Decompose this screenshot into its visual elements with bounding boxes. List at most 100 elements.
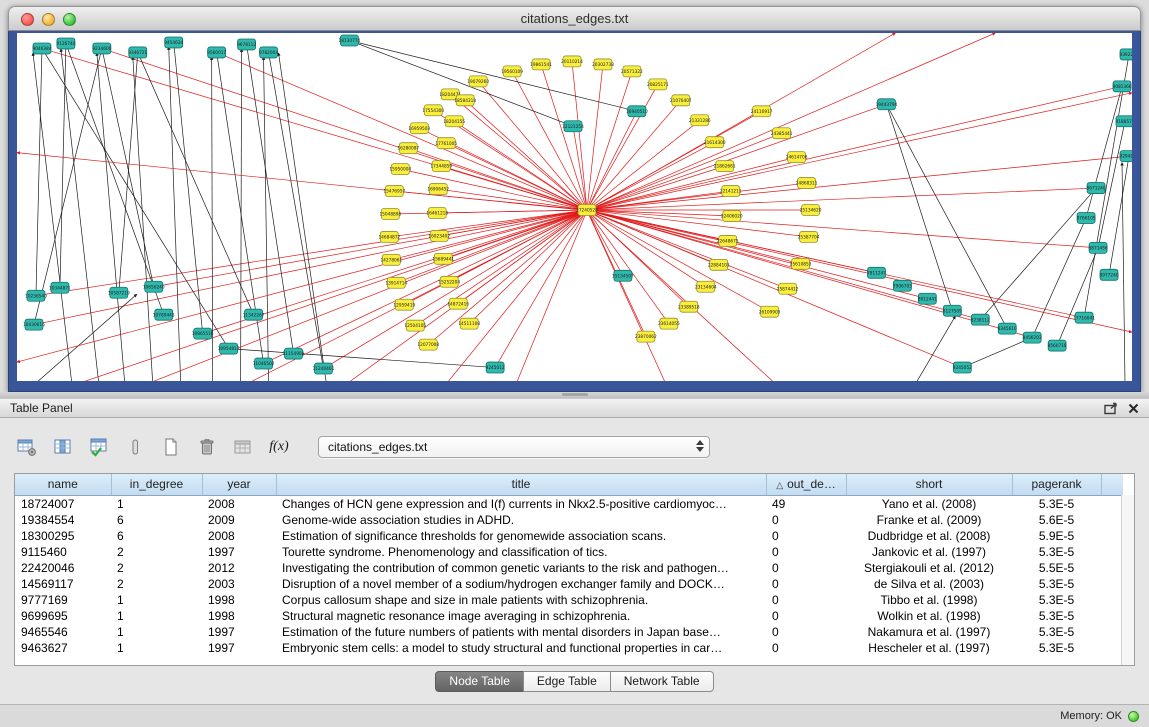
new-document-icon[interactable] bbox=[158, 434, 184, 460]
graph-node[interactable]: 9392245 bbox=[1120, 49, 1132, 60]
table-row[interactable]: 969969511998Structural magnetic resonanc… bbox=[15, 608, 1123, 624]
graph-node[interactable]: 22884103 bbox=[708, 259, 730, 270]
table-row[interactable]: 946362711997Embryonic stem cells: a mode… bbox=[15, 640, 1123, 656]
graph-node[interactable]: 9560017 bbox=[207, 47, 226, 58]
graph-node[interactable]: 11046502 bbox=[253, 358, 275, 369]
graph-node[interactable]: 19861541 bbox=[530, 59, 552, 70]
graph-node[interactable]: 9234606 bbox=[92, 43, 111, 54]
citation-edge-black[interactable] bbox=[886, 104, 1007, 328]
graph-node[interactable]: 9046384 bbox=[32, 43, 51, 54]
graph-node[interactable]: 16906452 bbox=[427, 184, 449, 195]
column-header-title[interactable]: title bbox=[276, 474, 766, 495]
graph-node[interactable]: 15950004 bbox=[389, 164, 411, 175]
new-column-icon[interactable] bbox=[86, 434, 112, 460]
graph-node[interactable]: 17716041 bbox=[1073, 312, 1095, 323]
table-mode-icon[interactable] bbox=[14, 434, 40, 460]
graph-node[interactable]: 24614708 bbox=[786, 152, 808, 163]
graph-node[interactable]: 23870062 bbox=[635, 331, 657, 342]
table-selector-dropdown[interactable]: citations_edges.txt bbox=[318, 436, 710, 458]
citation-edge-black[interactable] bbox=[133, 57, 153, 381]
network-canvas[interactable]: 1724052818204471175543001695950316280087… bbox=[17, 33, 1132, 381]
graph-node[interactable]: 18584318 bbox=[454, 95, 476, 106]
graph-node[interactable]: 20110214 bbox=[561, 56, 583, 67]
graph-node[interactable]: 9346721 bbox=[128, 47, 147, 58]
citation-edge-black[interactable] bbox=[35, 294, 137, 381]
citation-edge-black[interactable] bbox=[269, 52, 324, 368]
citation-edge-black[interactable] bbox=[962, 338, 1032, 368]
citation-edge-black[interactable] bbox=[33, 53, 72, 381]
citation-edge-red[interactable] bbox=[323, 210, 587, 369]
tab-node-table[interactable]: Node Table bbox=[435, 671, 524, 692]
graph-node[interactable]: 10587219 bbox=[108, 287, 130, 298]
window-titlebar[interactable]: citations_edges.txt bbox=[8, 6, 1141, 31]
citation-edge-black[interactable] bbox=[174, 42, 203, 333]
graph-node[interactable]: 21331286 bbox=[689, 115, 711, 126]
graph-node[interactable]: 16959503 bbox=[408, 123, 430, 134]
graph-node[interactable]: 20302738 bbox=[592, 59, 614, 70]
graph-node[interactable]: 15134507 bbox=[612, 270, 634, 281]
graph-node[interactable]: 17344859 bbox=[430, 161, 452, 172]
table-scrollbar[interactable] bbox=[1121, 495, 1134, 665]
graph-node[interactable]: 11342267 bbox=[243, 309, 265, 320]
graph-node[interactable]: 16023402 bbox=[428, 230, 450, 241]
graph-node[interactable]: 8671240 bbox=[1087, 183, 1106, 194]
citation-edge-red[interactable] bbox=[154, 210, 587, 287]
citation-edge-black[interactable] bbox=[349, 40, 636, 111]
citation-edge-red[interactable] bbox=[587, 210, 1084, 318]
citation-edge-red[interactable] bbox=[587, 86, 1122, 210]
citation-edge-red[interactable] bbox=[587, 33, 995, 210]
graph-node[interactable]: 24385441 bbox=[771, 128, 793, 139]
minimize-window-button[interactable] bbox=[42, 13, 55, 26]
citation-edge-red[interactable] bbox=[587, 210, 927, 299]
graph-node[interactable]: 10344871 bbox=[49, 282, 71, 293]
graph-node[interactable]: 25610853 bbox=[790, 258, 812, 269]
citation-edge-red[interactable] bbox=[587, 71, 632, 210]
graph-node[interactable]: 8871456 bbox=[1089, 242, 1108, 253]
graph-node[interactable]: 10656240 bbox=[143, 281, 165, 292]
graph-node[interactable]: 12077008 bbox=[417, 339, 439, 350]
graph-node[interactable]: 21614300 bbox=[704, 137, 726, 148]
graph-node[interactable]: 21076407 bbox=[670, 95, 692, 106]
float-panel-icon[interactable] bbox=[1104, 402, 1118, 415]
graph-node[interactable]: 10789443 bbox=[153, 309, 175, 320]
graph-node[interactable]: 9245012 bbox=[486, 362, 505, 373]
citation-edge-red[interactable] bbox=[446, 210, 587, 381]
graph-node[interactable]: 25387704 bbox=[798, 231, 820, 242]
graph-node[interactable]: 24868311 bbox=[796, 178, 818, 189]
graph-node[interactable]: 23134604 bbox=[695, 281, 717, 292]
graph-node[interactable]: 23389518 bbox=[678, 301, 700, 312]
graph-node[interactable]: 9782004 bbox=[259, 47, 278, 58]
graph-node[interactable]: 19443794 bbox=[876, 99, 898, 110]
graph-node[interactable]: 8766105 bbox=[1077, 212, 1096, 223]
graph-node[interactable]: 14511108 bbox=[458, 318, 480, 329]
graph-node[interactable]: 7906703 bbox=[893, 280, 912, 291]
graph-node[interactable]: 22406020 bbox=[721, 210, 743, 221]
citation-edge-black[interactable] bbox=[1057, 248, 1098, 346]
graph-node[interactable]: 23614055 bbox=[658, 318, 680, 329]
graph-node[interactable]: 15048898 bbox=[379, 208, 401, 219]
graph-node[interactable]: 8345610 bbox=[998, 323, 1017, 334]
graph-node[interactable]: 20825171 bbox=[647, 79, 669, 90]
citation-edge-red[interactable] bbox=[450, 94, 587, 210]
graph-node[interactable]: 9126740 bbox=[56, 38, 75, 49]
graph-node[interactable]: 26109903 bbox=[759, 306, 781, 317]
graph-node[interactable]: 25874412 bbox=[777, 283, 799, 294]
citation-edge-black[interactable] bbox=[1122, 163, 1125, 381]
citation-edge-red[interactable] bbox=[587, 210, 1132, 332]
graph-node[interactable]: 18204155 bbox=[443, 116, 465, 127]
citation-edge-red[interactable] bbox=[389, 210, 587, 237]
close-window-button[interactable] bbox=[21, 13, 34, 26]
column-header-pagerank[interactable]: pagerank bbox=[1012, 474, 1101, 495]
citation-edge-black[interactable] bbox=[102, 48, 154, 286]
graph-node[interactable]: 13914714 bbox=[385, 277, 407, 288]
graph-node[interactable]: 8012441 bbox=[918, 293, 937, 304]
graph-node[interactable]: 21862661 bbox=[714, 161, 736, 172]
citation-edge-black[interactable] bbox=[97, 53, 125, 381]
graph-node[interactable]: 22648675 bbox=[717, 235, 739, 246]
citation-edge-red[interactable] bbox=[17, 210, 587, 362]
tab-edge-table[interactable]: Edge Table bbox=[523, 671, 611, 692]
graph-node[interactable]: 16940510 bbox=[626, 106, 648, 117]
column-header-in_degree[interactable]: in_degree bbox=[111, 474, 202, 495]
graph-node[interactable]: 12504105 bbox=[404, 320, 426, 331]
graph-node[interactable]: 9294812 bbox=[1120, 151, 1132, 162]
